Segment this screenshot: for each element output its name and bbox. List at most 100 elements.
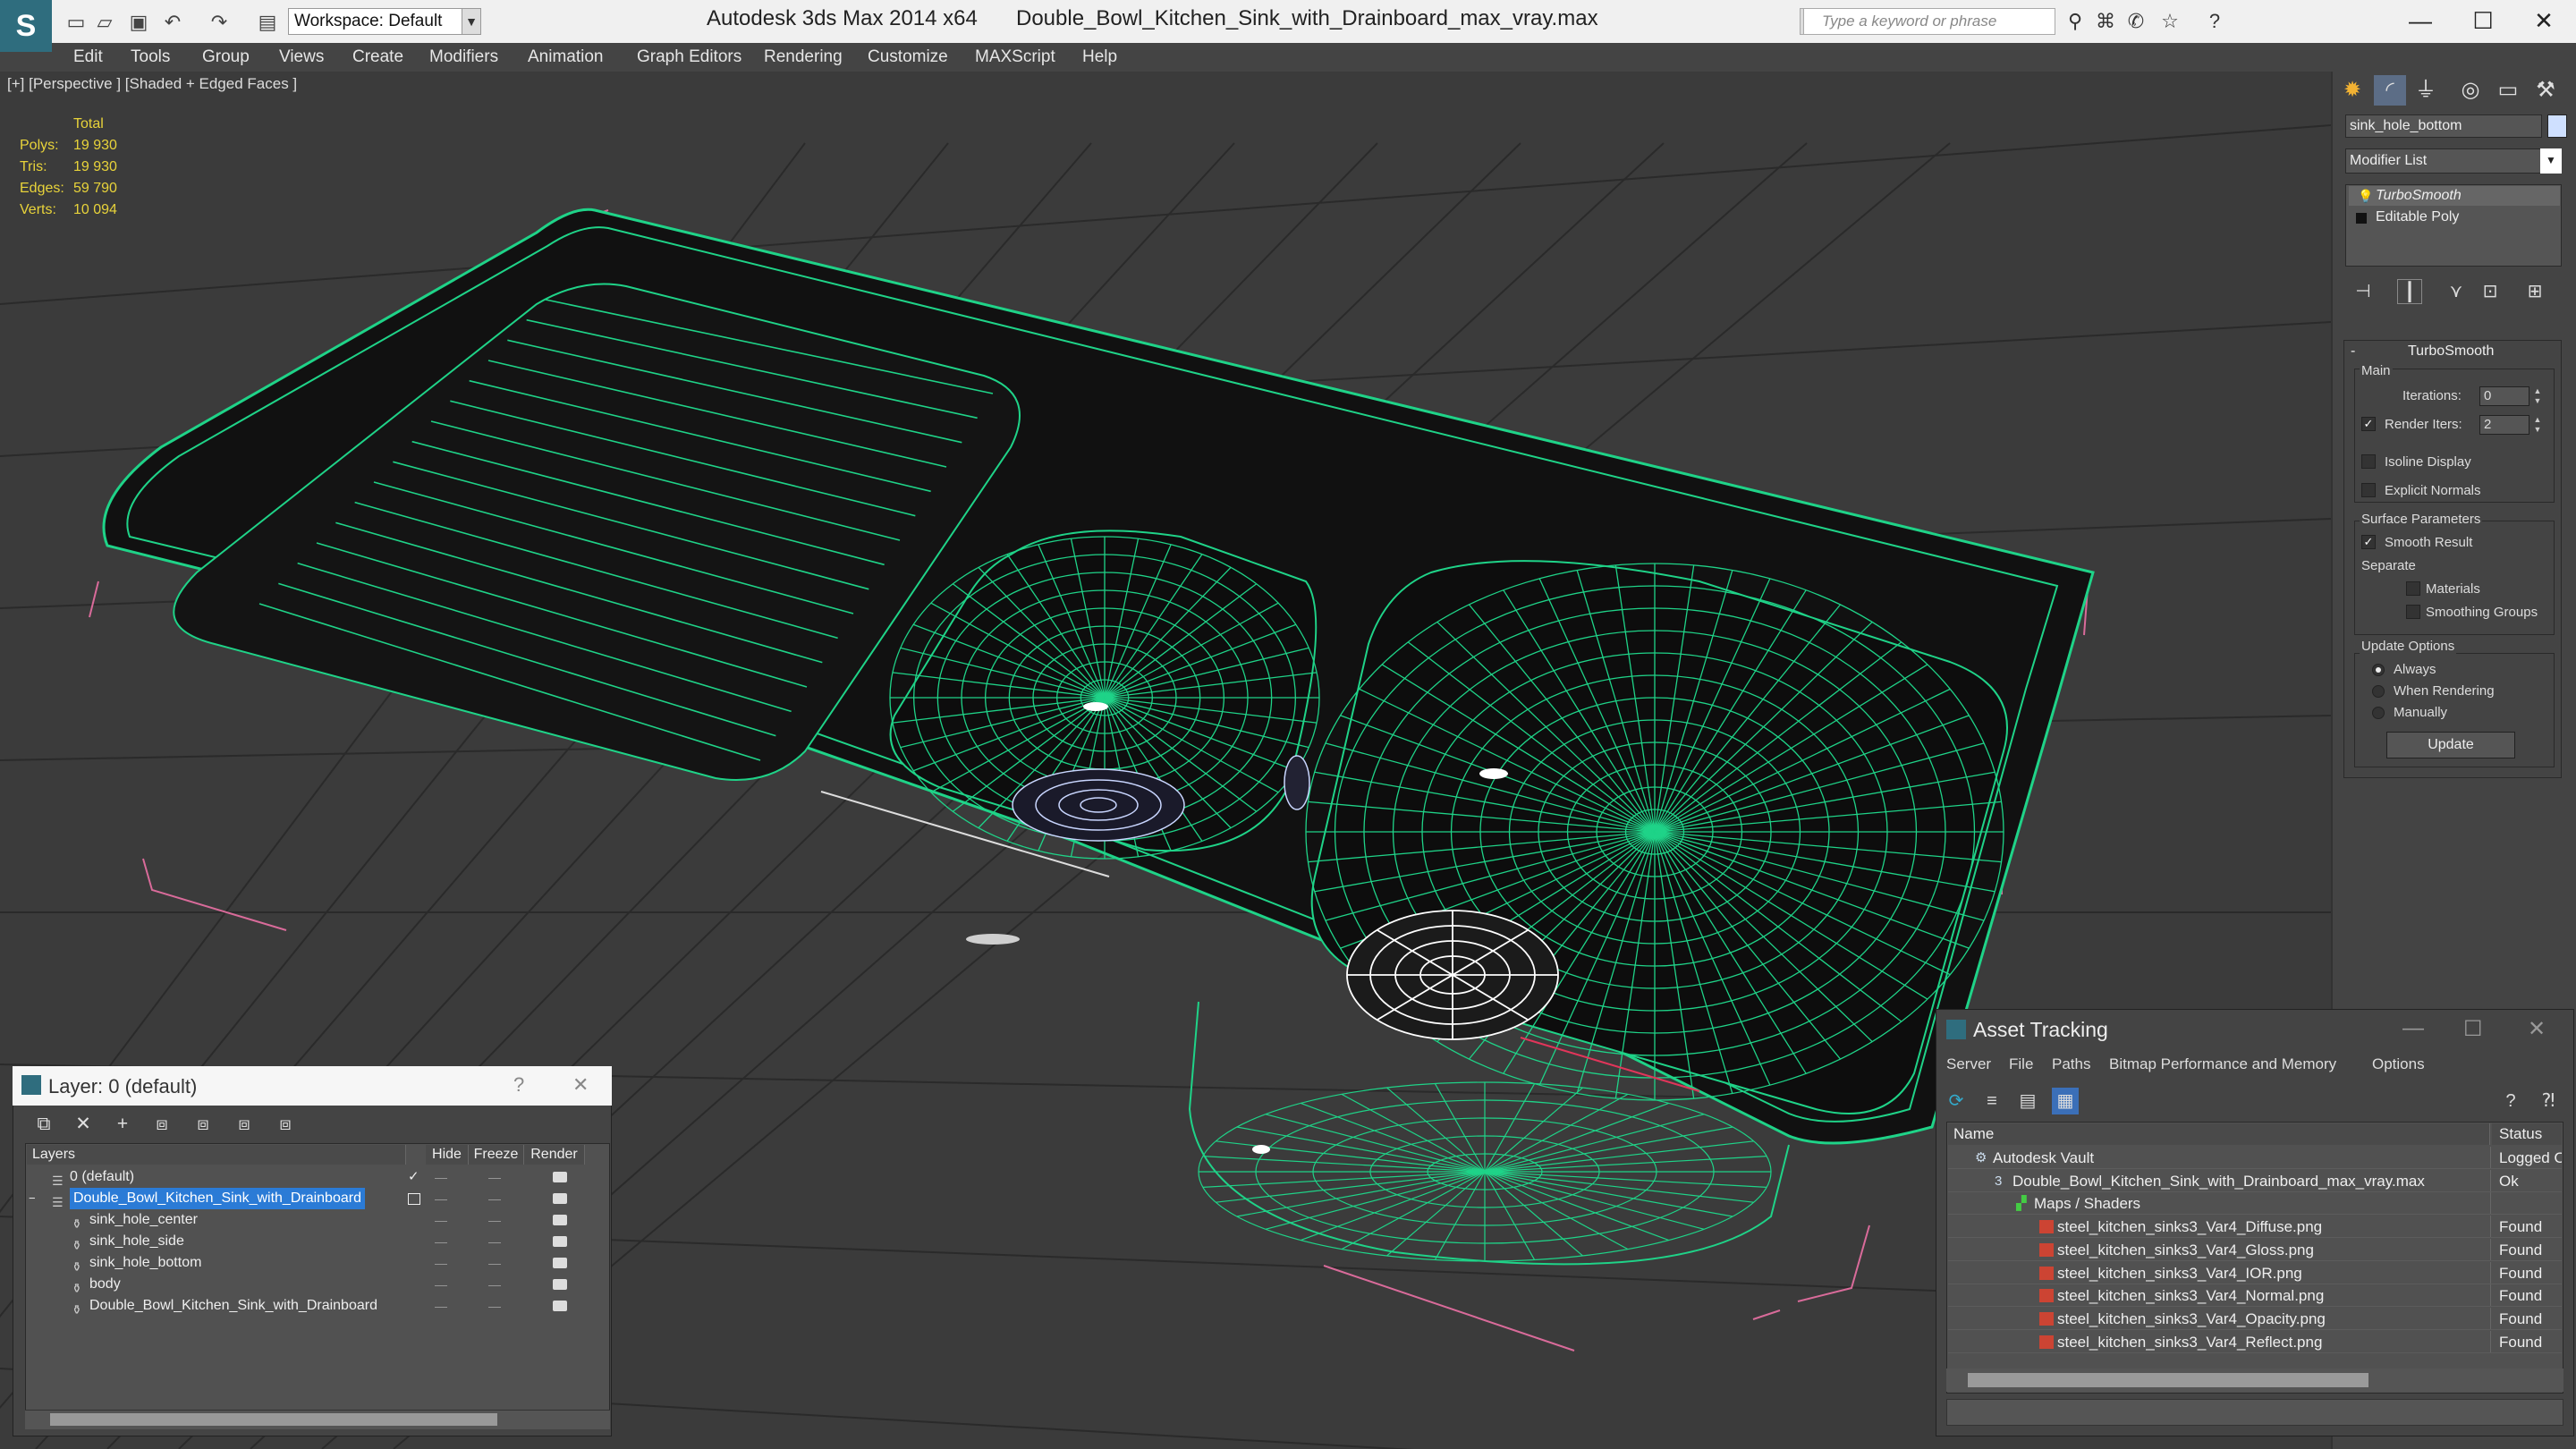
layer-row[interactable]: ☰ Double_Bowl_Kitchen_Sink_with_Drainboar…: [27, 1188, 608, 1209]
lightbulb-icon[interactable]: 💡: [2358, 189, 2373, 204]
asset-row[interactable]: steel_kitchen_sinks3_Var4_Opacity.png Fou…: [1948, 1307, 2562, 1330]
minimize-button[interactable]: —: [2388, 4, 2453, 38]
render-iters-checkbox[interactable]: ✓: [2361, 417, 2376, 431]
freeze-toggle[interactable]: —: [488, 1166, 501, 1188]
modify-tab-icon[interactable]: ◜: [2374, 75, 2406, 106]
asset-row[interactable]: ▞ Maps / Shaders: [1948, 1192, 2562, 1216]
iterations-spinner[interactable]: 0: [2479, 386, 2529, 406]
detail-view-icon[interactable]: ▤: [2014, 1088, 2041, 1114]
freeze-toggle[interactable]: —: [488, 1274, 501, 1295]
chevron-down-icon[interactable]: ▼: [2540, 148, 2562, 174]
freeze-toggle[interactable]: —: [488, 1188, 501, 1209]
asset-row[interactable]: steel_kitchen_sinks3_Var4_Reflect.png Fou…: [1948, 1330, 2562, 1353]
menu-rendering[interactable]: Rendering: [764, 43, 843, 72]
smooth-result-checkbox[interactable]: ✓: [2361, 535, 2376, 549]
asset-menu-options[interactable]: Options: [2372, 1055, 2425, 1073]
search-input[interactable]: Type a keyword or phrase: [1803, 8, 2055, 35]
freeze-all-layers-icon[interactable]: ⧈: [272, 1111, 299, 1138]
render-teapot-icon[interactable]: [553, 1279, 567, 1290]
rollout-collapse-icon[interactable]: -: [2351, 343, 2355, 360]
render-teapot-icon[interactable]: [553, 1236, 567, 1247]
menu-help[interactable]: Help: [1082, 43, 1117, 72]
select-objects-icon[interactable]: ⧈: [148, 1111, 175, 1138]
hide-toggle[interactable]: —: [435, 1231, 447, 1252]
render-teapot-icon[interactable]: [553, 1193, 567, 1204]
render-iters-spinner[interactable]: 2: [2479, 415, 2529, 435]
col-name[interactable]: Name: [1948, 1123, 2490, 1145]
manually-radio[interactable]: [2372, 707, 2385, 719]
asset-row[interactable]: steel_kitchen_sinks3_Var4_Gloss.png Found: [1948, 1238, 2562, 1261]
hide-toggle[interactable]: —: [435, 1166, 447, 1188]
layer-object-row[interactable]: ⚱ Double_Bowl_Kitchen_Sink_with_Drainboar…: [27, 1295, 608, 1317]
hide-toggle[interactable]: —: [435, 1209, 447, 1231]
asset-menu-paths[interactable]: Paths: [2052, 1055, 2090, 1073]
delete-layer-icon[interactable]: ✕: [70, 1111, 97, 1138]
chevron-down-icon[interactable]: ▼: [462, 8, 481, 35]
render-teapot-icon[interactable]: [553, 1172, 567, 1182]
col-status[interactable]: Status: [2492, 1123, 2562, 1145]
hide-toggle[interactable]: —: [435, 1295, 447, 1317]
menu-create[interactable]: Create: [352, 43, 403, 72]
smoothing-groups-checkbox[interactable]: [2406, 605, 2420, 619]
col-layers[interactable]: Layers: [27, 1145, 406, 1165]
render-teapot-icon[interactable]: [553, 1258, 567, 1268]
object-name-field[interactable]: sink_hole_bottom: [2345, 114, 2542, 138]
asset-row[interactable]: steel_kitchen_sinks3_Var4_IOR.png Found: [1948, 1261, 2562, 1284]
binoculars-icon[interactable]: ⚲: [2063, 9, 2088, 34]
menu-graph-editors[interactable]: Graph Editors: [637, 43, 741, 72]
asset-row[interactable]: steel_kitchen_sinks3_Var4_Diffuse.png Fou…: [1948, 1216, 2562, 1239]
set-active-layer-icon[interactable]: [408, 1193, 420, 1205]
add-to-layer-icon[interactable]: +: [109, 1111, 136, 1138]
maximize-button[interactable]: ☐: [2451, 4, 2515, 38]
active-layer-check-icon[interactable]: ✓: [408, 1166, 419, 1188]
asset-row[interactable]: 3 Double_Bowl_Kitchen_Sink_with_Drainboar…: [1948, 1169, 2562, 1192]
app-logo-icon[interactable]: S: [0, 0, 52, 52]
refresh-icon[interactable]: ⟳: [1943, 1088, 1970, 1114]
stack-item-editable-poly[interactable]: Editable Poly: [2349, 208, 2560, 227]
layer-object-row[interactable]: ⚱ sink_hole_bottom — —: [27, 1252, 608, 1274]
utilities-tab-icon[interactable]: ⚒: [2529, 75, 2562, 106]
menu-group[interactable]: Group: [202, 43, 250, 72]
menu-views[interactable]: Views: [279, 43, 324, 72]
layer-name[interactable]: Double_Bowl_Kitchen_Sink_with_Drainboard: [89, 1295, 377, 1317]
freeze-toggle[interactable]: —: [488, 1295, 501, 1317]
open-file-icon[interactable]: ▱: [93, 11, 116, 34]
highlight-layer-icon[interactable]: ⧈: [190, 1111, 216, 1138]
list-view-icon[interactable]: ≡: [1979, 1088, 2005, 1114]
col-freeze[interactable]: Freeze: [469, 1145, 524, 1165]
menu-edit[interactable]: Edit: [73, 43, 103, 72]
layer-name[interactable]: body: [89, 1274, 121, 1295]
redo-icon[interactable]: ↷: [208, 11, 231, 34]
new-file-icon[interactable]: ▭: [64, 11, 88, 34]
layer-object-row[interactable]: ⚱ sink_hole_center — —: [27, 1209, 608, 1231]
help-icon[interactable]: ?: [2497, 1088, 2524, 1114]
help-icon[interactable]: ?: [513, 1073, 524, 1097]
hide-toggle[interactable]: —: [435, 1188, 447, 1209]
hide-toggle[interactable]: —: [435, 1274, 447, 1295]
minimize-icon[interactable]: —: [2402, 1016, 2424, 1041]
menu-tools[interactable]: Tools: [131, 43, 170, 72]
close-icon[interactable]: ✕: [572, 1073, 589, 1097]
layer-scroll-thumb[interactable]: [50, 1413, 497, 1426]
modifier-list-dropdown[interactable]: Modifier List: [2345, 148, 2562, 174]
display-tab-icon[interactable]: ▭: [2492, 75, 2524, 106]
isoline-display-checkbox[interactable]: [2361, 454, 2376, 469]
layer-name[interactable]: 0 (default): [70, 1166, 134, 1188]
help-options-icon[interactable]: ⁈: [2535, 1088, 2562, 1114]
menu-animation[interactable]: Animation: [528, 43, 604, 72]
show-end-result-icon[interactable]: ┃: [2397, 279, 2422, 304]
make-unique-icon[interactable]: ⋎: [2444, 279, 2469, 304]
table-view-icon[interactable]: ▦: [2052, 1088, 2079, 1114]
undo-icon[interactable]: ↶: [161, 11, 184, 34]
object-color-swatch[interactable]: [2547, 114, 2567, 138]
asset-menu-bitmap-performance[interactable]: Bitmap Performance and Memory: [2109, 1055, 2336, 1073]
menu-customize[interactable]: Customize: [868, 43, 948, 72]
motion-tab-icon[interactable]: ◎: [2454, 75, 2487, 106]
update-button[interactable]: Update: [2386, 732, 2515, 758]
subscription-icon[interactable]: ⌘: [2093, 9, 2118, 34]
close-icon[interactable]: ✕: [2528, 1016, 2546, 1042]
spinner-arrows-icon[interactable]: ▲ ▼: [2531, 386, 2544, 406]
layer-name[interactable]: sink_hole_bottom: [89, 1252, 201, 1274]
layer-name[interactable]: sink_hole_center: [89, 1209, 198, 1231]
asset-row[interactable]: steel_kitchen_sinks3_Var4_Normal.png Foun…: [1948, 1284, 2562, 1308]
